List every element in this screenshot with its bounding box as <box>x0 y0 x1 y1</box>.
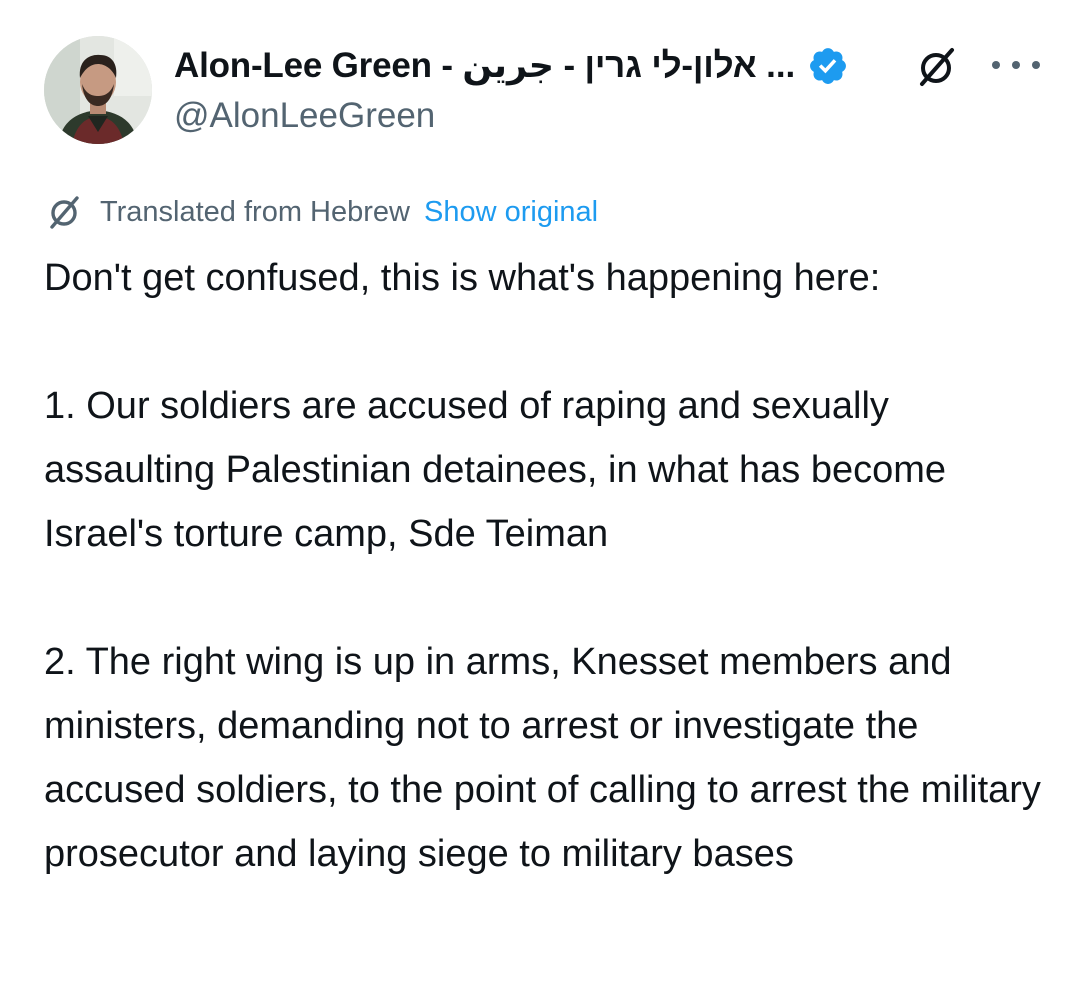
show-original-link[interactable]: Show original <box>424 196 598 229</box>
author-handle[interactable]: @AlonLeeGreen <box>174 96 435 136</box>
translation-bar: Translated from Hebrew Show original <box>44 190 598 234</box>
translated-from-label: Translated from Hebrew <box>100 195 410 228</box>
tweet-text: Don't get confused, this is what's happe… <box>44 246 1044 886</box>
more-options-icon[interactable] <box>992 50 1040 80</box>
tweet-paragraph: 2. The right wing is up in arms, Knesset… <box>44 641 1041 875</box>
author-display-name[interactable]: Alon-Lee Green - אלון-לי גרין - جرين ... <box>174 46 795 86</box>
translate-icon <box>44 192 84 232</box>
tweet: Alon-Lee Green - אלון-לי גרין - جرين ...… <box>0 0 1080 981</box>
avatar-image <box>44 36 152 144</box>
avatar[interactable] <box>44 36 152 144</box>
verified-badge-icon <box>807 45 849 87</box>
tweet-paragraph: Don't get confused, this is what's happe… <box>44 257 881 299</box>
grok-icon[interactable] <box>914 44 960 90</box>
author-name-row: Alon-Lee Green - אלון-לי גרין - جرين ... <box>174 40 849 92</box>
tweet-paragraph: 1. Our soldiers are accused of raping an… <box>44 385 947 555</box>
